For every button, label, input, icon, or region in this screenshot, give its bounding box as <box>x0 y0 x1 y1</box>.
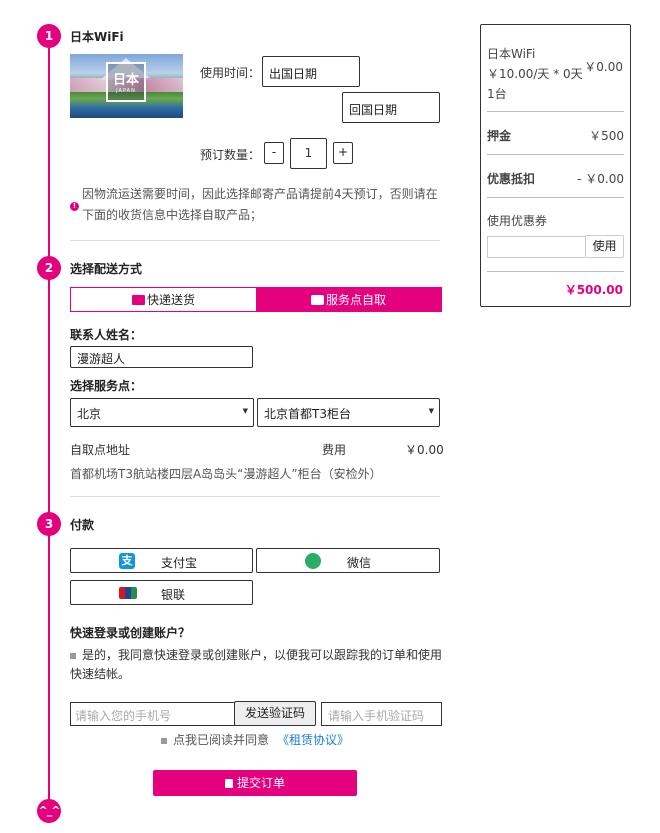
step-1-marker: 1 <box>37 24 61 48</box>
account-consent[interactable]: 是的，我同意快速登录或创建账户，以便我可以跟踪我的订单和使用快速结帐。 <box>70 646 442 684</box>
delivery-title: 选择配送方式 <box>70 262 143 276</box>
depart-date-input[interactable]: 出国日期 <box>262 56 360 87</box>
progress-timeline <box>48 48 50 808</box>
quantity-value[interactable]: 1 <box>290 138 327 169</box>
alipay-button[interactable]: 支 支付宝 <box>70 548 253 573</box>
badge-text: 日本 <box>112 73 139 88</box>
deposit-label: 押金 <box>487 129 512 143</box>
delivery-tabs: 快递送货 服务点自取 <box>70 287 442 312</box>
unionpay-label: 银联 <box>161 588 186 602</box>
product-title: 日本WiFi <box>70 30 124 44</box>
alipay-icon: 支 <box>119 553 135 569</box>
contact-name-label: 联系人姓名： <box>70 328 143 342</box>
chevron-down-icon: ▼ <box>242 407 248 415</box>
unionpay-icon <box>119 587 137 599</box>
deposit-row: 押金 ￥500 <box>487 127 624 144</box>
step-2-marker: 2 <box>37 256 61 280</box>
section-divider <box>70 240 440 241</box>
wechat-pay-button[interactable]: 微信 <box>256 548 440 573</box>
service-point-value: 北京首都T3柜台 <box>264 407 351 421</box>
step-end-marker: ^_^ <box>37 799 61 823</box>
fee-value: ￥0.00 <box>405 443 444 457</box>
wechat-label: 微信 <box>347 556 372 570</box>
coupon-input[interactable] <box>487 236 585 258</box>
agree-text: 点我已阅读并同意 <box>173 733 270 747</box>
alipay-label: 支付宝 <box>161 556 198 570</box>
section-divider <box>70 496 440 497</box>
summary-divider <box>487 271 624 272</box>
discount-label: 优惠抵扣 <box>487 172 536 186</box>
rental-agreement-link[interactable]: 《租赁协议》 <box>277 733 349 747</box>
use-time-label: 使用时间： <box>200 66 261 80</box>
return-date-input[interactable]: 回国日期 <box>342 92 440 123</box>
account-title: 快速登录或创建账户？ <box>70 626 191 640</box>
tab-pickup-label: 服务点自取 <box>325 293 386 307</box>
chevron-down-icon: ▼ <box>428 407 434 415</box>
submit-order-button[interactable]: 提交订单 <box>153 770 357 796</box>
consent-text: 是的，我同意快速登录或创建账户，以便我可以跟踪我的订单和使用快速结帐。 <box>70 648 443 681</box>
agree-checkbox[interactable] <box>161 737 167 744</box>
truck-icon <box>131 294 145 305</box>
badge-caption: JAPAN <box>116 88 136 94</box>
city-select-value: 北京 <box>77 407 102 421</box>
service-point-select[interactable]: 北京首都T3柜台 ▼ <box>257 398 440 427</box>
apply-coupon-button[interactable]: 使用 <box>585 235 624 258</box>
pickup-address-label: 自取点地址 <box>70 443 131 457</box>
summary-divider <box>487 111 624 112</box>
lock-icon <box>224 779 233 788</box>
city-select[interactable]: 北京 ▼ <box>70 398 254 427</box>
unionpay-button[interactable]: 银联 <box>70 580 253 605</box>
wechat-icon <box>305 553 321 569</box>
submit-label: 提交订单 <box>236 776 285 790</box>
coupon-label: 使用优惠券 <box>487 214 548 228</box>
contact-name-input[interactable]: 漫游超人 <box>70 346 253 368</box>
tab-self-pickup[interactable]: 服务点自取 <box>256 288 441 311</box>
tab-express-delivery[interactable]: 快递送货 <box>71 288 256 311</box>
summary-divider <box>487 197 624 198</box>
product-image: 日本 JAPAN <box>70 54 183 118</box>
quantity-plus-button[interactable]: + <box>333 142 353 164</box>
agreement-line: 点我已阅读并同意 《租赁协议》 <box>161 731 349 748</box>
quantity-minus-button[interactable]: - <box>264 142 284 164</box>
tab-express-label: 快递送货 <box>146 293 195 307</box>
summary-item-total: ￥0.00 <box>584 60 623 74</box>
payment-title: 付款 <box>70 518 95 532</box>
service-point-label: 选择服务点： <box>70 379 143 393</box>
summary-item-qty: 1台 <box>487 87 507 101</box>
fee-label: 费用 <box>322 443 347 457</box>
discount-value: - ￥0.00 <box>577 172 624 186</box>
verification-code-input[interactable]: 请输入手机验证码 <box>321 702 442 726</box>
pickup-address: 首都机场T3航站楼四层A岛岛头“漫游超人”柜台（安检外） <box>70 467 382 481</box>
bag-icon <box>310 294 324 305</box>
step-3-marker: 3 <box>37 512 61 536</box>
discount-row: 优惠抵扣 - ￥0.00 <box>487 170 624 187</box>
deposit-value: ￥500 <box>589 129 624 143</box>
send-code-button[interactable]: 发送验证码 <box>234 701 316 726</box>
quantity-label: 预订数量： <box>200 148 261 162</box>
summary-divider <box>487 154 624 155</box>
consent-checkbox[interactable] <box>70 652 76 659</box>
phone-input[interactable]: 请输入您的手机号 <box>70 702 235 726</box>
shipping-notice: 因物流运送需要时间，因此选择邮寄产品请提前4天预订，否则请在下面的收货信息中选择… <box>82 187 438 222</box>
japan-badge: 日本 JAPAN <box>106 62 146 102</box>
order-total: ￥500.00 <box>564 283 623 297</box>
order-summary: 日本WiFi ￥10.00/天 * 0天 1台 ￥0.00 押金 ￥500 优惠… <box>480 24 631 307</box>
notice-icon: ! <box>70 202 79 211</box>
